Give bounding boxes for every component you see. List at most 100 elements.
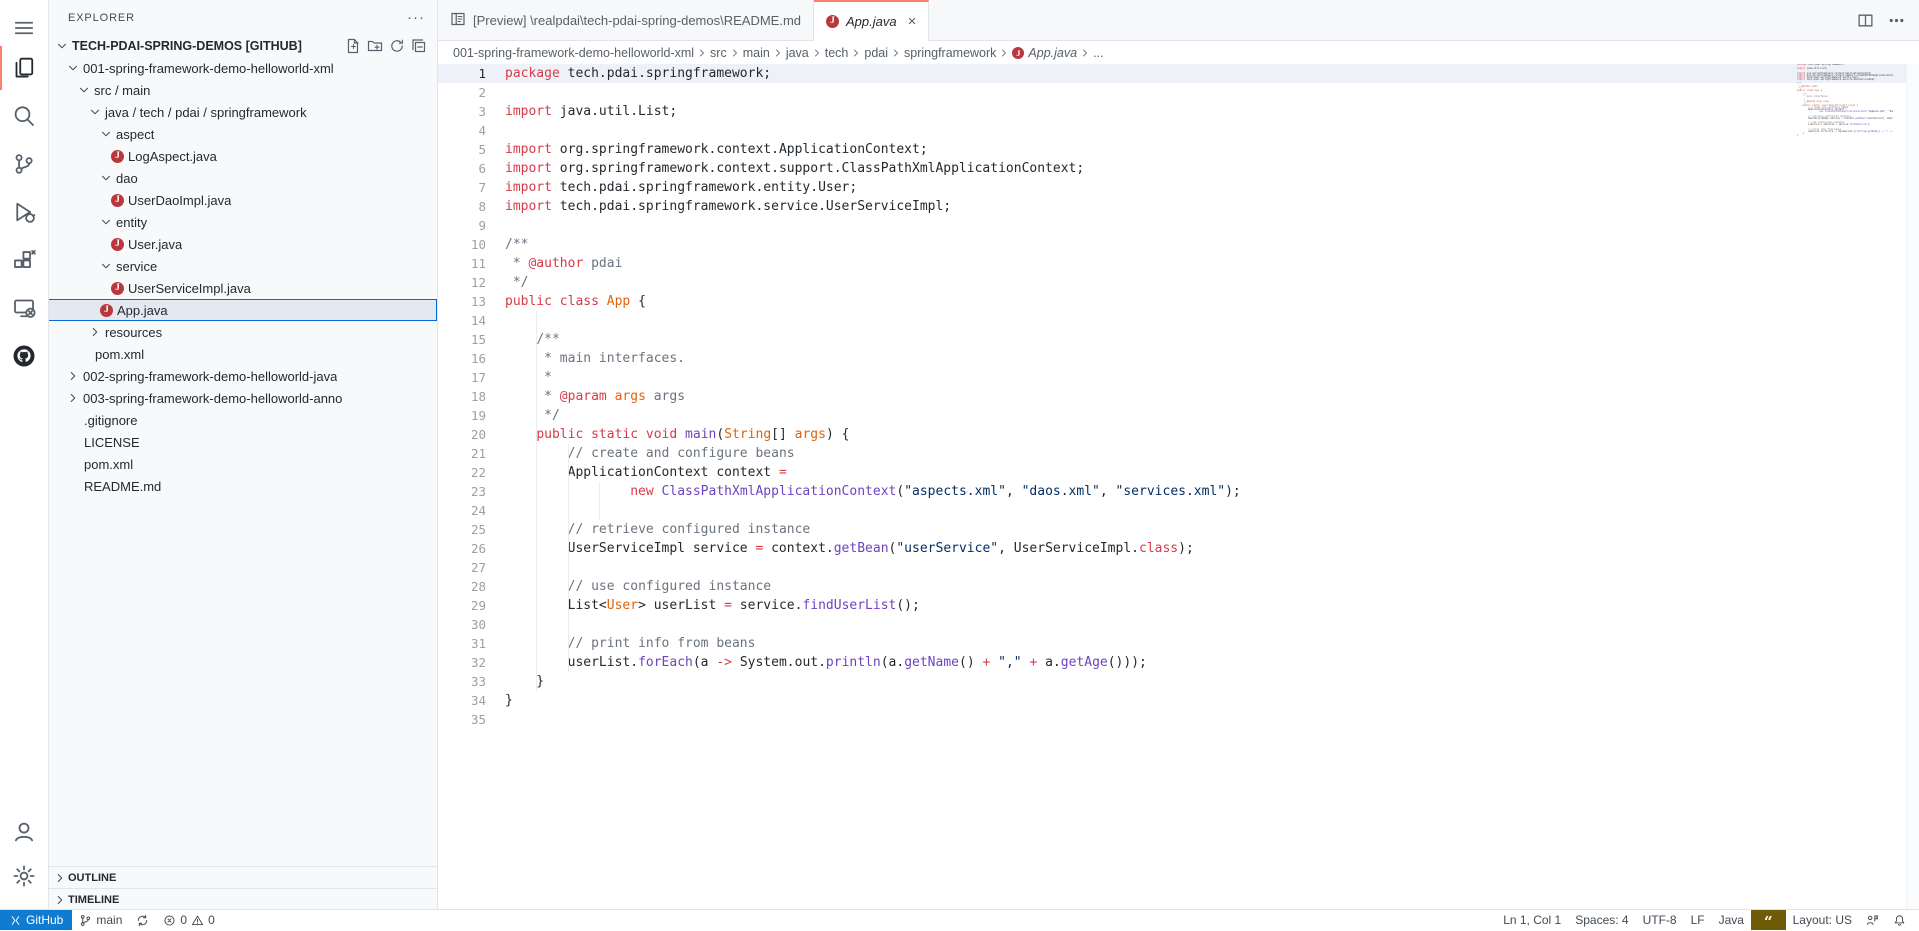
breadcrumb-file[interactable]: App.java: [1028, 46, 1077, 60]
activity-bar: [0, 0, 49, 910]
tree-item-java-tech-pdai-springframework[interactable]: java / tech / pdai / springframework: [48, 101, 437, 123]
breadcrumb-item[interactable]: pdai: [864, 46, 888, 60]
tree-item-src-main[interactable]: src / main: [48, 79, 437, 101]
chevron-right-icon: [729, 47, 741, 59]
tab-readme-preview[interactable]: [Preview] \realpdai\tech-pdai-spring-dem…: [438, 0, 814, 40]
activity-run-debug[interactable]: [0, 190, 47, 234]
tree-item-license[interactable]: LICENSE: [48, 431, 437, 453]
activity-settings[interactable]: [0, 854, 47, 898]
explorer-actions: [345, 38, 437, 54]
editor-scrollbar[interactable]: [1906, 64, 1919, 910]
chevron-down-icon: [98, 170, 114, 186]
code-line-32: 32 userList.forEach(a -> System.out.prin…: [438, 653, 1919, 672]
status-remote-github[interactable]: GitHub: [0, 910, 72, 930]
tab-bar: [Preview] \realpdai\tech-pdai-spring-dem…: [438, 0, 1919, 41]
chevron-down-icon: [76, 82, 92, 98]
code-line-9: 9: [438, 216, 1919, 235]
tree-item-entity[interactable]: entity: [48, 211, 437, 233]
tree-item-tech-pdai-spring-demos-github-[interactable]: TECH-PDAI-SPRING-DEMOS [GITHUB]: [48, 35, 437, 57]
close-icon[interactable]: ×: [908, 14, 917, 29]
tree-item-002-spring-framework-demo-helloworld-java[interactable]: 002-spring-framework-demo-helloworld-jav…: [48, 365, 437, 387]
status-notifications[interactable]: [1886, 910, 1913, 930]
collapse-all-icon[interactable]: [411, 38, 427, 54]
status-git-branch[interactable]: main: [72, 910, 129, 930]
status-cursor-position[interactable]: Ln 1, Col 1: [1496, 910, 1568, 930]
tree-item-001-spring-framework-demo-helloworld-xml[interactable]: 001-spring-framework-demo-helloworld-xml: [48, 57, 437, 79]
code-editor[interactable]: 1package tech.pdai.springframework; 2 3i…: [438, 64, 1919, 910]
sidebar-more-actions-icon[interactable]: ···: [407, 13, 425, 23]
activity-remote-explorer[interactable]: [0, 286, 47, 330]
tree-item-service[interactable]: service: [48, 255, 437, 277]
editor-actions: [1857, 0, 1905, 40]
breadcrumb-item[interactable]: src: [710, 46, 727, 60]
tab-app-java[interactable]: JApp.java×: [814, 0, 929, 41]
github-icon: [12, 344, 36, 368]
code-line-19: 19 */: [438, 406, 1919, 425]
activity-github[interactable]: [0, 334, 47, 378]
status-bar: GitHubmain 00 Ln 1, Col 1Spaces: 4UTF-8LF…: [0, 909, 1919, 930]
explorer-sidebar: EXPLORER ··· TECH-PDAI-SPRING-DEMOS [GIT…: [48, 0, 438, 910]
status-indentation[interactable]: Spaces: 4: [1568, 910, 1635, 930]
code-line-4: 4: [438, 121, 1919, 140]
code-line-16: 16 * main interfaces.: [438, 349, 1919, 368]
panel-timeline[interactable]: TIMELINE: [48, 888, 437, 910]
activity-search[interactable]: [0, 94, 47, 138]
tree-item-pom.xml[interactable]: pom.xml: [48, 343, 437, 365]
status-keyboard-layout[interactable]: Layout: US: [1786, 910, 1859, 930]
more-actions-icon[interactable]: [1888, 12, 1905, 29]
code-line-31: 31 // print info from beans: [438, 634, 1919, 653]
indent-guide: [599, 482, 600, 520]
branch-icon: [79, 914, 92, 927]
tree-item-userdaoimpl.java[interactable]: JUserDaoImpl.java: [48, 189, 437, 211]
status-encoding[interactable]: UTF-8: [1636, 910, 1684, 930]
accounts-icon: [12, 820, 36, 844]
breadcrumb-item[interactable]: 001-spring-framework-demo-helloworld-xml: [453, 46, 694, 60]
tree-item-resources[interactable]: resources: [48, 321, 437, 343]
minimap[interactable]: package tech.pdai.springframework; impor…: [1797, 64, 1893, 154]
tree-item-aspect[interactable]: aspect: [48, 123, 437, 145]
tree-item-.gitignore[interactable]: .gitignore: [48, 409, 437, 431]
code-line-30: 30: [438, 615, 1919, 634]
split-editor-icon[interactable]: [1857, 12, 1874, 29]
status-quote-extension[interactable]: “: [1751, 910, 1786, 930]
breadcrumb-item[interactable]: tech: [825, 46, 849, 60]
tree-item-logaspect.java[interactable]: JLogAspect.java: [48, 145, 437, 167]
activity-accounts[interactable]: [0, 810, 47, 854]
status-sync-changes[interactable]: [129, 910, 156, 930]
new-file-icon[interactable]: [345, 38, 361, 54]
tree-item-pom.xml[interactable]: pom.xml: [48, 453, 437, 475]
tree-item-userserviceimpl.java[interactable]: JUserServiceImpl.java: [48, 277, 437, 299]
activity-source-control[interactable]: [0, 142, 47, 186]
status-problems[interactable]: 00: [156, 910, 221, 930]
code-line-35: 35: [438, 710, 1919, 729]
breadcrumb-item[interactable]: main: [743, 46, 770, 60]
breadcrumb-item[interactable]: springframework: [904, 46, 996, 60]
breadcrumb-symbol-more[interactable]: ...: [1093, 46, 1103, 60]
panel-outline[interactable]: OUTLINE: [48, 866, 437, 888]
indent-guide: [568, 444, 569, 672]
java-file-icon: J: [100, 304, 113, 317]
tree-item-app.java[interactable]: JApp.java: [48, 299, 437, 321]
chevron-down-icon: [98, 126, 114, 142]
activity-extensions[interactable]: [0, 238, 47, 282]
tree-item-003-spring-framework-demo-helloworld-anno[interactable]: 003-spring-framework-demo-helloworld-ann…: [48, 387, 437, 409]
chevron-right-icon: [696, 47, 708, 59]
status-feedback[interactable]: [1859, 910, 1886, 930]
chevron-down-icon: [65, 60, 81, 76]
status-language-mode[interactable]: Java: [1712, 910, 1751, 930]
status-eol[interactable]: LF: [1684, 910, 1712, 930]
feedback-icon: [1866, 914, 1879, 927]
code-line-34: 34}: [438, 691, 1919, 710]
tree-item-dao[interactable]: dao: [48, 167, 437, 189]
breadcrumb-item[interactable]: java: [786, 46, 809, 60]
tree-item-user.java[interactable]: JUser.java: [48, 233, 437, 255]
refresh-icon[interactable]: [389, 38, 405, 54]
new-folder-icon[interactable]: [367, 38, 383, 54]
java-file-icon: J: [1012, 47, 1024, 59]
code-line-12: 12 */: [438, 273, 1919, 292]
chevron-right-icon: [890, 47, 902, 59]
activity-menu[interactable]: [0, 6, 47, 50]
java-file-icon: J: [826, 15, 839, 28]
tree-item-readme.md[interactable]: README.md: [48, 475, 437, 497]
activity-explorer[interactable]: [0, 46, 47, 90]
